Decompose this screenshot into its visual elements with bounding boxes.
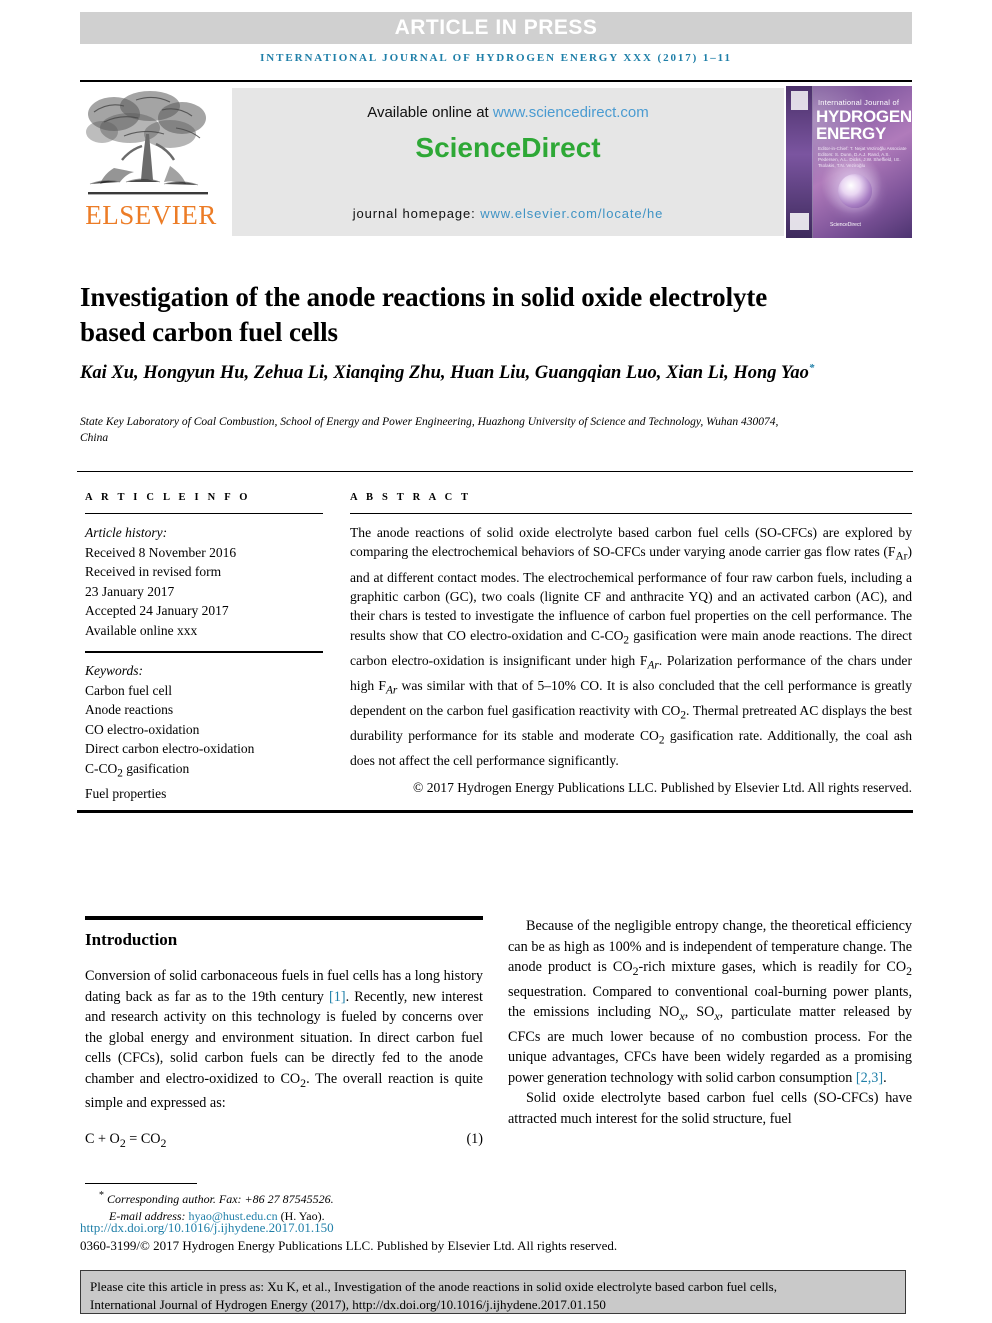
equation-1-number: (1) [466,1130,483,1147]
body-paragraph-2: Solid oxide electrolyte based carbon fue… [508,1090,912,1127]
available-online-prefix: Available online at [367,104,493,121]
page-title: Investigation of the anode reactions in … [80,282,768,348]
keyword-item: Fuel properties [85,785,167,801]
article-history-block: Article history: Received 8 November 201… [85,523,323,640]
equation-row: C + O2 = CO2 (1) [85,1131,483,1151]
article-info-column: A R T I C L E I N F O Article history: R… [85,492,323,803]
body-left-column: Introduction Conversion of solid carbona… [85,916,483,1151]
cite-line-1: Please cite this article in press as: Xu… [90,1279,777,1294]
cite-line-2: International Journal of Hydrogen Energy… [90,1296,606,1312]
abstract-body: The anode reactions of solid oxide elect… [350,525,912,769]
journal-homepage-line: journal homepage: www.elsevier.com/locat… [232,206,784,221]
issn-copyright-line: 0360-3199/© 2017 Hydrogen Energy Publica… [80,1238,618,1253]
cover-hydrogen-word: HYDROGEN [816,107,912,126]
abstract-rule [350,513,912,514]
article-info-heading: A R T I C L E I N F O [85,492,251,503]
header-top-rule [80,80,912,82]
author-names: Kai Xu, Hongyun Hu, Zehua Li, Xianqing Z… [80,363,809,384]
article-history-item: Accepted 24 January 2017 [85,603,229,618]
introduction-paragraph: Conversion of solid carbonaceous fuels i… [85,968,483,1112]
abstract-bottom-rule [77,810,913,813]
keyword-item: Carbon fuel cell [85,682,172,698]
article-history-item: Available online xxx [85,622,198,638]
article-history-item: 23 January 2017 [85,583,175,599]
cover-elsevier-icon [791,91,808,110]
elsevier-logo: ELSEVIER [80,86,228,238]
journal-header: ELSEVIER Available online at www.science… [80,86,912,238]
running-head: INTERNATIONAL JOURNAL OF HYDROGEN ENERGY… [260,52,732,64]
cover-journal-prefix: International Journal of [818,98,900,107]
journal-cover-thumbnail: International Journal of HYDROGEN ENERGY… [786,86,912,238]
keywords-label: Keywords: [85,663,143,678]
corresponding-author-text: Corresponding author. Fax: +86 27 875455… [107,1192,334,1206]
cite-this-article-box: Please cite this article in press as: Xu… [80,1270,906,1314]
introduction-rule [85,916,483,920]
article-history-item: Received in revised form [85,564,222,579]
keyword-item: Direct carbon electro-oxidation [85,741,255,756]
footnote-rule [85,1183,197,1184]
doi-link[interactable]: http://dx.doi.org/10.1016/j.ijhydene.201… [80,1220,334,1236]
affiliation: State Key Laboratory of Coal Combustion,… [80,416,779,444]
abstract-column: A B S T R A C T The anode reactions of s… [350,492,912,797]
corresponding-author-marker[interactable]: * [809,362,815,374]
cover-energy-word: ENERGY [816,124,886,143]
article-info-rule [85,513,323,514]
body-right-column: Because of the negligible entropy change… [508,916,912,1130]
journal-homepage-link[interactable]: www.elsevier.com/locate/he [480,206,663,221]
introduction-heading: Introduction [85,930,178,949]
article-in-press-banner: ARTICLE IN PRESS [80,12,912,44]
abstract-copyright: © 2017 Hydrogen Energy Publications LLC.… [412,779,912,795]
keywords-rule [85,651,323,653]
footnote-block: * Corresponding author. Fax: +86 27 8754… [85,1188,645,1224]
cover-orb-graphic [838,174,872,208]
keyword-item: CO electro-oxidation [85,721,200,737]
author-list: Kai Xu, Hongyun Hu, Zehua Li, Xianqing Z… [80,355,870,386]
elsevier-wordmark: ELSEVIER [85,200,217,230]
body-paragraph-1: Because of the negligible entropy change… [508,918,913,1086]
keyword-item: Anode reactions [85,702,174,717]
article-history-label: Article history: [85,525,168,540]
equation-1: C + O2 = CO2 [85,1130,167,1150]
keyword-item: C-CO2 gasification [85,760,190,780]
sciencedirect-logo: ScienceDirect [415,132,601,163]
cover-sciencedirect-label: ScienceDirect [830,222,861,228]
article-in-press-label: ARTICLE IN PRESS [394,16,598,39]
corresponding-author-note: * Corresponding author. Fax: +86 27 8754… [85,1188,645,1208]
corresponding-note-marker: * [99,1190,104,1201]
elsevier-tree-icon [86,91,208,195]
citation-ref-1[interactable]: [1] [329,989,346,1005]
citation-ref-2-3[interactable]: [2,3] [856,1070,883,1086]
abstract-top-rule [77,471,913,472]
cover-ihee-icon [790,213,809,230]
available-online-line: Available online at www.sciencedirect.co… [232,104,784,121]
journal-homepage-prefix: journal homepage: [352,206,481,221]
sciencedirect-link[interactable]: www.sciencedirect.com [493,104,649,121]
keywords-block: Keywords: Carbon fuel cell Anode reactio… [85,661,323,803]
sciencedirect-band: Available online at www.sciencedirect.co… [232,88,784,236]
cover-editors: Editor-in-Chief: T. Nejat Veziroğlu Asso… [818,146,907,168]
cover-spine [786,86,813,238]
abstract-heading: A B S T R A C T [350,492,472,503]
article-history-item: Received 8 November 2016 [85,544,237,560]
